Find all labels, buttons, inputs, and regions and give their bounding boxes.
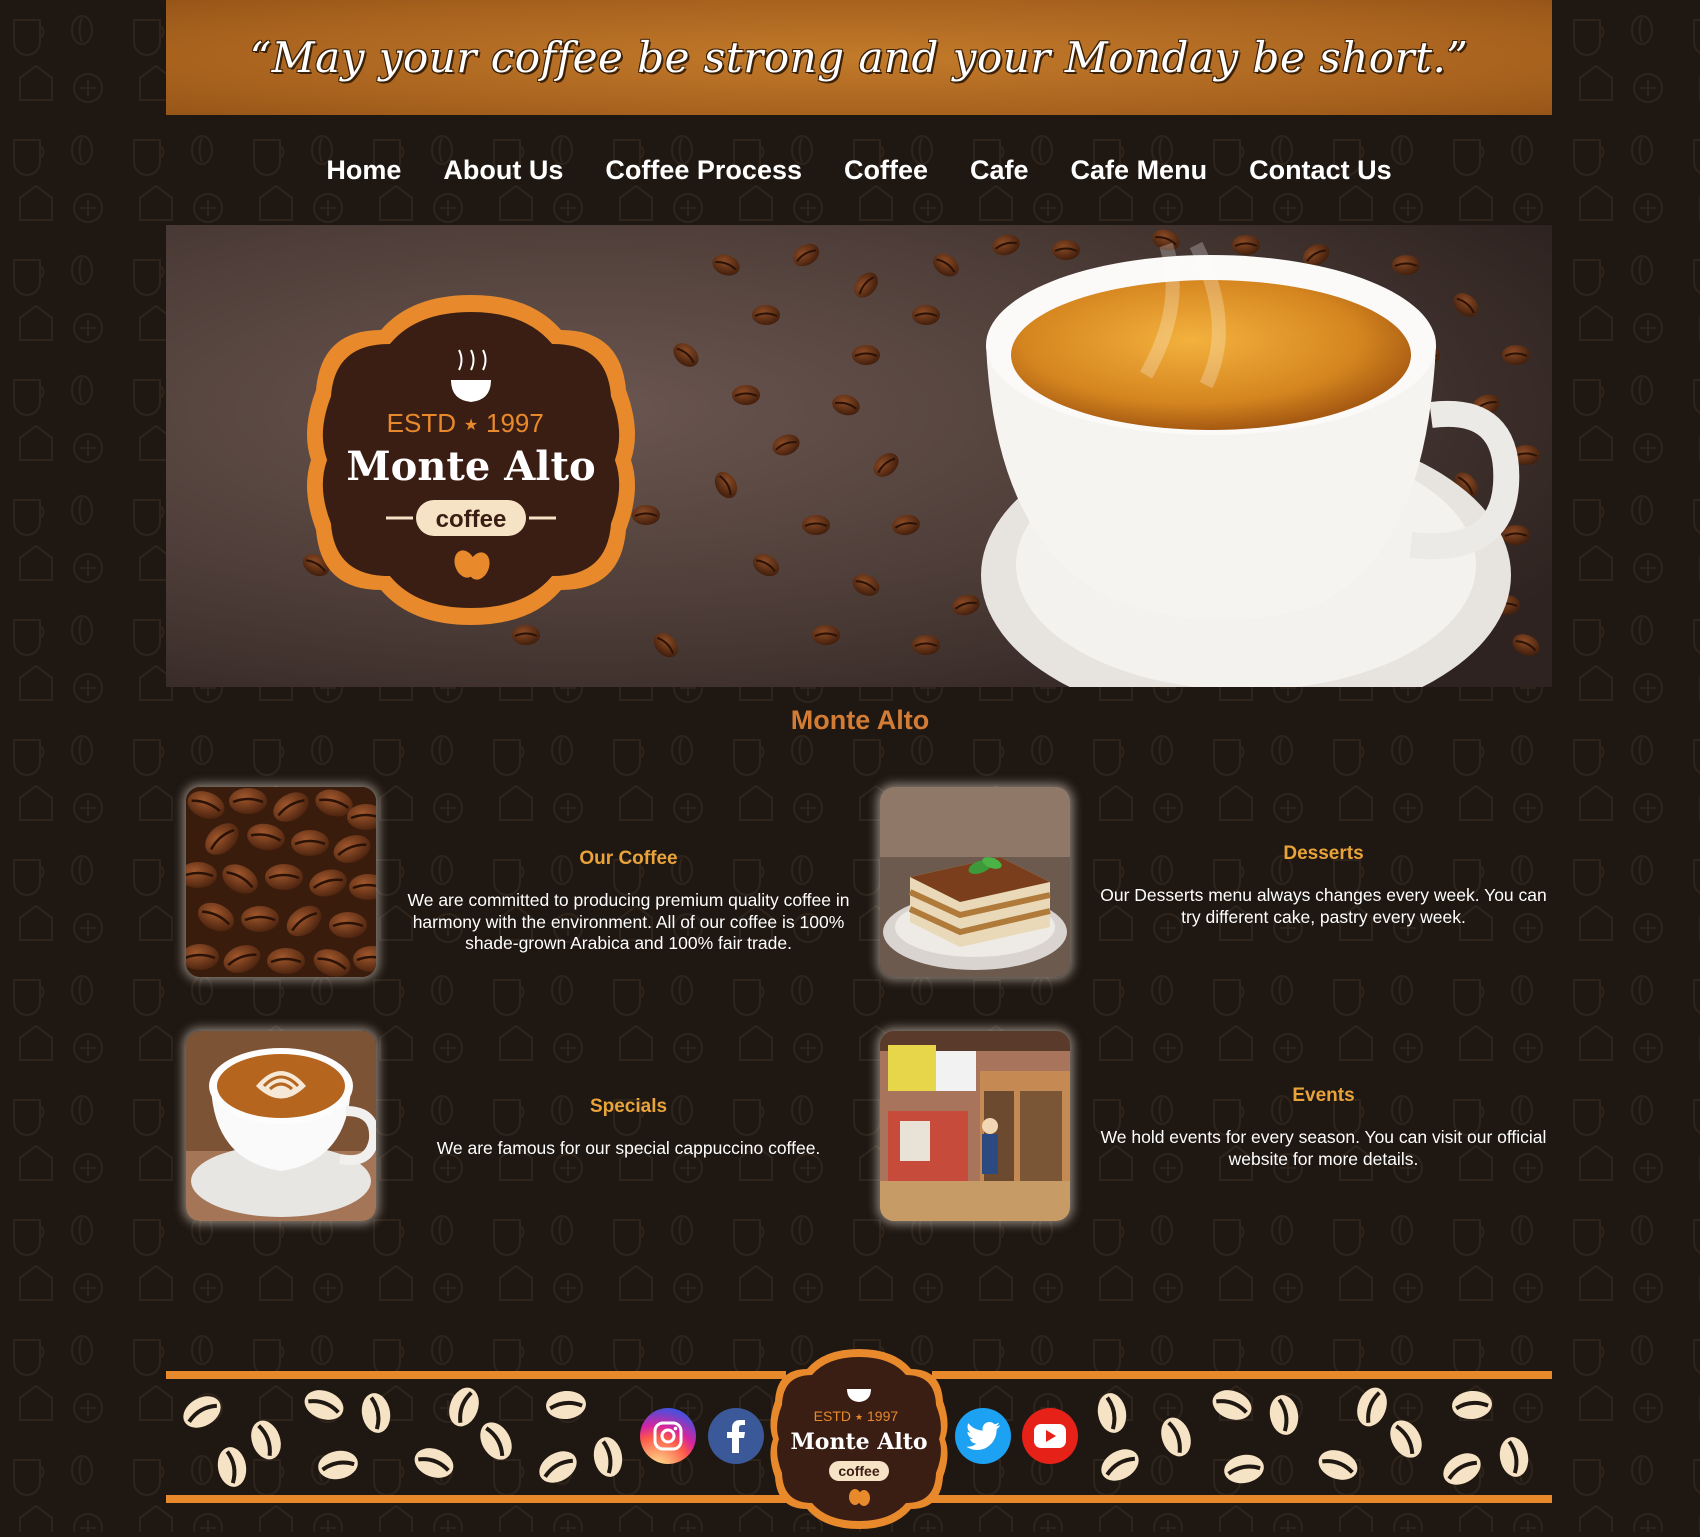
card-specials: Specials We are famous for our special c… — [400, 1096, 857, 1160]
card-body: We are famous for our special cappuccino… — [436, 1138, 821, 1158]
card-body: We are committed to producing premium qu… — [407, 890, 850, 953]
main-nav: Home About Us Coffee Process Coffee Cafe… — [0, 145, 1700, 195]
card-body: Our Desserts menu always changes every w… — [1100, 885, 1547, 927]
instagram-icon — [653, 1421, 683, 1451]
card-body: We hold events for every season. You can… — [1100, 1127, 1547, 1169]
card-desserts: Desserts Our Desserts menu always change… — [1095, 843, 1552, 928]
logo-sub: coffee — [436, 506, 507, 533]
youtube-button[interactable] — [1022, 1408, 1078, 1464]
svg-text:Monte Alto: Monte Alto — [790, 1429, 927, 1455]
nav-cafe[interactable]: Cafe — [970, 145, 1029, 195]
twitter-icon — [966, 1422, 1000, 1450]
footer-logo: ESTD ★ 1997 Monte Alto coffee — [770, 1349, 948, 1529]
svg-text:★: ★ — [855, 1413, 863, 1423]
card-title: Our Coffee — [579, 848, 678, 869]
tiramisu-image — [880, 787, 1070, 977]
brand-logo: ESTD ★ 1997 Monte Alto coffee — [307, 295, 635, 625]
card-our-coffee: Our Coffee We are committed to producing… — [400, 848, 857, 955]
instagram-button[interactable] — [640, 1408, 696, 1464]
quote-text: “May your coffee be strong and your Mond… — [249, 33, 1469, 82]
youtube-icon — [1034, 1424, 1066, 1448]
cappuccino-image — [186, 1031, 376, 1221]
svg-text:coffee: coffee — [838, 1463, 879, 1479]
nav-home[interactable]: Home — [326, 145, 401, 195]
twitter-button[interactable] — [955, 1408, 1011, 1464]
svg-text:ESTD: ESTD — [814, 1408, 851, 1424]
logo-name: Monte Alto — [346, 443, 595, 490]
logo-estd: ESTD — [387, 408, 456, 438]
svg-text:1997: 1997 — [867, 1408, 898, 1424]
nav-about-us[interactable]: About Us — [443, 145, 563, 195]
footer-decoration: ESTD ★ 1997 Monte Alto coffee — [166, 1349, 1552, 1529]
coffee-beans-image — [186, 787, 376, 977]
hero-banner: ESTD ★ 1997 Monte Alto coffee — [166, 225, 1552, 687]
footer: ESTD ★ 1997 Monte Alto coffee — [166, 1345, 1552, 1532]
quote-banner: “May your coffee be strong and your Mond… — [166, 0, 1552, 115]
section-title: Monte Alto — [790, 705, 930, 735]
facebook-icon — [727, 1420, 745, 1453]
card-events: Events We hold events for every season. … — [1095, 1085, 1552, 1170]
nav-coffee-process[interactable]: Coffee Process — [605, 145, 802, 195]
nav-contact-us[interactable]: Contact Us — [1249, 145, 1392, 195]
nav-coffee[interactable]: Coffee — [844, 145, 928, 195]
svg-text:★: ★ — [464, 415, 478, 434]
card-title: Desserts — [1283, 843, 1364, 864]
card-title: Events — [1292, 1085, 1355, 1106]
nav-cafe-menu[interactable]: Cafe Menu — [1071, 145, 1208, 195]
facebook-button[interactable] — [708, 1408, 764, 1464]
cafe-shop-image — [880, 1031, 1070, 1221]
card-title: Specials — [589, 1096, 668, 1117]
logo-year: 1997 — [486, 408, 544, 438]
